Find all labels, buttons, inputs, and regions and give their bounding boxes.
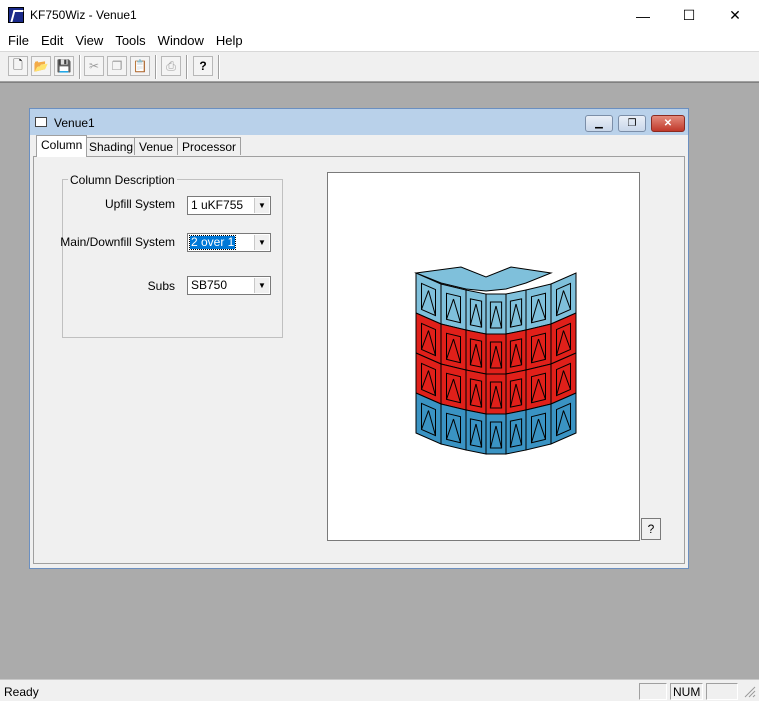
column-facet — [440, 283, 467, 331]
venue-child-window: Venue1 ▁ ❐ ✕ Column Shading Venue Proces… — [29, 108, 689, 569]
menu-window[interactable]: Window — [150, 31, 204, 51]
toolbar-separator — [218, 55, 220, 79]
app-icon[interactable] — [8, 7, 24, 23]
chevron-down-icon[interactable]: ▼ — [254, 198, 269, 213]
column-facet — [465, 329, 487, 375]
column-facet — [465, 289, 487, 335]
tab-column[interactable]: Column — [36, 135, 88, 157]
copy-icon[interactable]: ❐ — [107, 56, 127, 76]
tab-venue[interactable]: Venue — [134, 137, 179, 155]
chevron-down-icon[interactable]: ▼ — [254, 278, 269, 293]
status-bar: Ready NUM — [0, 679, 759, 701]
window-title: KF750Wiz - Venue1 — [30, 8, 137, 22]
toolbar-separator — [186, 55, 188, 79]
toolbar-separator — [155, 55, 157, 79]
menu-view[interactable]: View — [67, 31, 103, 51]
new-file-icon[interactable]: 🗋 — [8, 56, 28, 76]
speaker-array-drawing — [414, 266, 577, 455]
toolbar-separator — [79, 55, 81, 79]
tab-shading[interactable]: Shading — [84, 137, 139, 155]
status-text: Ready — [4, 685, 39, 699]
column-facet — [440, 363, 467, 411]
menu-help[interactable]: Help — [208, 31, 243, 51]
toolbar: 🗋 📂 💾 ✂ ❐ 📋 ⎙ ? — [0, 51, 759, 82]
column-facet — [525, 363, 552, 411]
column-facet — [505, 369, 527, 415]
column-facet — [465, 409, 487, 455]
chevron-down-icon[interactable]: ▼ — [254, 235, 269, 250]
main-downfill-system-value: 2 over 1 — [188, 235, 237, 250]
paste-icon[interactable]: 📋 — [130, 56, 150, 76]
main-downfill-system-combo[interactable]: 2 over 1 ▼ — [187, 233, 271, 252]
menu-edit[interactable]: Edit — [33, 31, 63, 51]
cut-icon[interactable]: ✂ — [84, 56, 104, 76]
upfill-system-value: 1 uKF755 — [191, 198, 244, 212]
tab-processor[interactable]: Processor — [177, 137, 242, 155]
status-pane-num: NUM — [670, 683, 703, 700]
column-facet — [525, 403, 552, 451]
maximize-button[interactable]: ☐ — [666, 0, 712, 31]
child-minimize-button[interactable]: ▁ — [585, 115, 613, 132]
column-facet — [440, 403, 467, 451]
close-button[interactable]: ✕ — [712, 0, 758, 31]
column-facet — [505, 329, 527, 375]
main-downfill-system-label: Main/Downfill System — [60, 235, 175, 249]
document-icon[interactable] — [35, 117, 47, 127]
column-preview — [327, 172, 640, 541]
subs-combo[interactable]: SB750 ▼ — [187, 276, 271, 295]
upfill-system-label: Upfill System — [104, 197, 175, 211]
status-pane — [639, 683, 667, 700]
upfill-system-combo[interactable]: 1 uKF755 ▼ — [187, 196, 271, 215]
subs-label: Subs — [147, 279, 175, 293]
column-facet — [505, 289, 527, 335]
column-facet — [525, 283, 552, 331]
column-facet — [440, 323, 467, 371]
menu-file[interactable]: File — [0, 31, 29, 51]
subs-value: SB750 — [191, 278, 228, 292]
group-title: Column Description — [68, 173, 177, 187]
open-folder-icon[interactable]: 📂 — [31, 56, 51, 76]
minimize-button[interactable]: — — [620, 0, 666, 31]
status-pane — [706, 683, 738, 700]
child-close-button[interactable]: ✕ — [651, 115, 685, 132]
help-button[interactable]: ? — [641, 518, 661, 540]
child-restore-button[interactable]: ❐ — [618, 115, 646, 132]
column-facet — [465, 369, 487, 415]
resize-grip-icon[interactable] — [742, 684, 756, 698]
title-bar: KF750Wiz - Venue1 — ☐ ✕ — [0, 0, 759, 31]
child-window-title: Venue1 — [54, 116, 95, 130]
menu-tools[interactable]: Tools — [107, 31, 145, 51]
help-icon[interactable]: ? — [193, 56, 213, 76]
column-facet — [505, 409, 527, 455]
child-title-bar: Venue1 ▁ ❐ ✕ — [30, 109, 688, 135]
menu-bar: File Edit View Tools Window Help — [0, 31, 759, 51]
save-icon[interactable]: 💾 — [54, 56, 74, 76]
print-icon[interactable]: ⎙ — [161, 56, 181, 76]
column-facet — [525, 323, 552, 371]
